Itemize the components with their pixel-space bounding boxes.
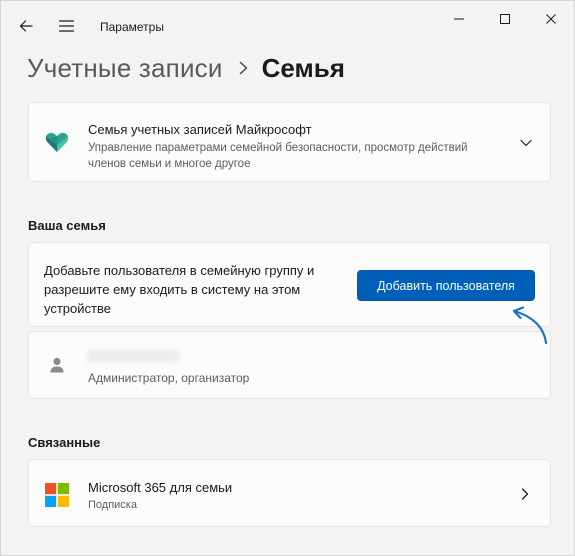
related-heading: Связанные bbox=[28, 435, 101, 450]
page-title: Семья bbox=[261, 52, 345, 83]
hamburger-icon bbox=[58, 20, 74, 32]
navigation-menu-button[interactable] bbox=[51, 11, 81, 41]
add-user-button[interactable]: Добавить пользователя bbox=[357, 270, 535, 301]
close-icon bbox=[546, 14, 556, 24]
family-member-card[interactable]: Администратор, организатор bbox=[28, 331, 551, 399]
maximize-button[interactable] bbox=[482, 5, 528, 33]
person-icon bbox=[50, 357, 64, 373]
back-button[interactable] bbox=[11, 11, 41, 41]
related-item-subtitle: Подписка bbox=[88, 499, 137, 511]
chevron-down-icon[interactable] bbox=[518, 135, 534, 151]
microsoft-365-card[interactable]: Microsoft 365 для семьи Подписка bbox=[28, 459, 551, 527]
close-button[interactable] bbox=[528, 5, 574, 33]
microsoft-family-card[interactable]: Семья учетных записей Майкрософт Управле… bbox=[28, 102, 551, 182]
breadcrumb-parent-link[interactable]: Учетные записи bbox=[27, 53, 223, 84]
breadcrumb: Учетные записи Семья bbox=[27, 51, 345, 85]
chevron-right-icon bbox=[239, 61, 248, 75]
microsoft-family-description: Управление параметрами семейной безопасн… bbox=[88, 142, 468, 170]
family-heart-icon bbox=[45, 132, 69, 152]
minimize-button[interactable] bbox=[436, 5, 482, 33]
minimize-icon bbox=[454, 18, 464, 20]
your-family-heading: Ваша семья bbox=[28, 218, 106, 233]
member-name-redacted bbox=[87, 350, 179, 362]
member-role: Администратор, организатор bbox=[88, 371, 250, 385]
add-member-card: Добавьте пользователя в семейную группу … bbox=[28, 242, 551, 327]
title-bar: Параметры bbox=[1, 1, 575, 45]
maximize-icon bbox=[500, 14, 510, 24]
settings-window: Параметры Учетные записи Семья Семья уче… bbox=[0, 0, 575, 556]
microsoft-logo-icon bbox=[45, 483, 69, 507]
back-arrow-icon bbox=[19, 20, 33, 32]
app-title: Параметры bbox=[100, 20, 164, 34]
related-item-title: Microsoft 365 для семьи bbox=[88, 480, 233, 495]
add-member-description: Добавьте пользователя в семейную группу … bbox=[44, 263, 315, 316]
annotation-arrow bbox=[512, 306, 548, 345]
microsoft-family-title: Семья учетных записей Майкрософт bbox=[88, 122, 312, 137]
chevron-right-icon bbox=[521, 488, 529, 500]
